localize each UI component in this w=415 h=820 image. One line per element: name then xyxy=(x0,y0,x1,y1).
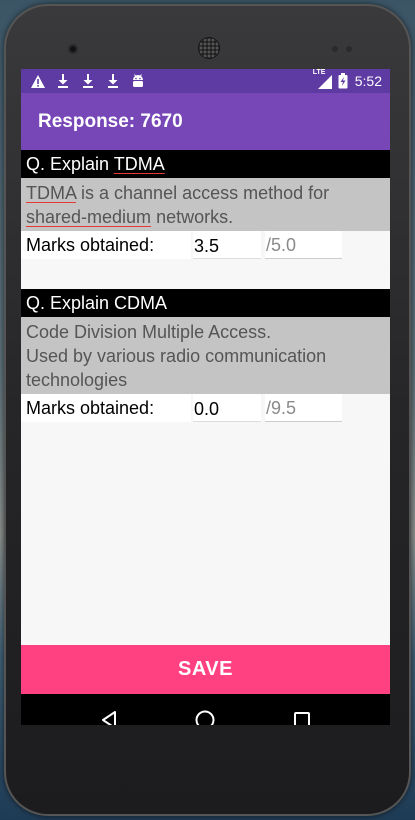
question-topic: TDMA xyxy=(113,154,165,174)
question-title: Q. Explain TDMA xyxy=(21,150,390,178)
sensor xyxy=(332,46,338,52)
question-prefix: Q. Explain CDMA xyxy=(26,293,168,313)
answer-text: Code Division Multiple Access. Used by v… xyxy=(21,317,390,394)
answer-word: is a channel access method for xyxy=(76,183,330,203)
signal-icon: LTE xyxy=(313,69,333,89)
page-title: Response: 7670 xyxy=(38,110,183,132)
android-icon xyxy=(130,73,146,89)
home-icon[interactable] xyxy=(185,700,225,725)
clock: 5:52 xyxy=(354,73,382,89)
answer-word: shared-medium xyxy=(26,207,152,227)
marks-total: /5.0 xyxy=(265,231,342,259)
front-camera xyxy=(68,44,78,54)
battery-charging-icon xyxy=(338,73,348,89)
marks-input[interactable]: 3.5 xyxy=(193,231,261,259)
question-prefix: Q. Explain xyxy=(26,154,114,174)
marks-input[interactable]: 0.0 xyxy=(193,394,261,422)
network-type: LTE xyxy=(312,69,326,76)
back-icon[interactable] xyxy=(89,700,129,725)
navigation-bar xyxy=(21,694,390,725)
download-icon xyxy=(80,73,96,89)
save-button[interactable]: SAVE xyxy=(21,645,390,694)
warning-icon xyxy=(30,73,46,89)
marks-row: Marks obtained: 0.0 /9.5 xyxy=(21,394,390,422)
answer-word: networks. xyxy=(151,207,234,227)
marks-row: Marks obtained: 3.5 /5.0 xyxy=(21,231,390,259)
answer-word: TDMA xyxy=(26,183,77,203)
response-content[interactable]: Q. Explain TDMA TDMA is a channel access… xyxy=(21,150,390,645)
marks-label: Marks obtained: xyxy=(21,231,191,259)
status-bar: LTE 5:52 xyxy=(21,69,390,93)
app-bar: Response: 7670 xyxy=(21,93,390,150)
marks-label: Marks obtained: xyxy=(21,394,191,422)
download-icon xyxy=(105,73,121,89)
download-icon xyxy=(55,73,71,89)
question-title: Q. Explain CDMA xyxy=(21,289,390,317)
answer-text: TDMA is a channel access method for shar… xyxy=(21,178,390,231)
device-screen: LTE 5:52 Response: 7670 Q. Explain TDMA … xyxy=(21,69,390,725)
marks-total: /9.5 xyxy=(265,394,342,422)
sensor xyxy=(346,46,352,52)
answer-line: Code Division Multiple Access. xyxy=(26,322,272,342)
earpiece-speaker xyxy=(199,38,219,58)
answer-line: Used by various radio communication tech… xyxy=(26,346,327,390)
recents-icon[interactable] xyxy=(282,700,322,725)
